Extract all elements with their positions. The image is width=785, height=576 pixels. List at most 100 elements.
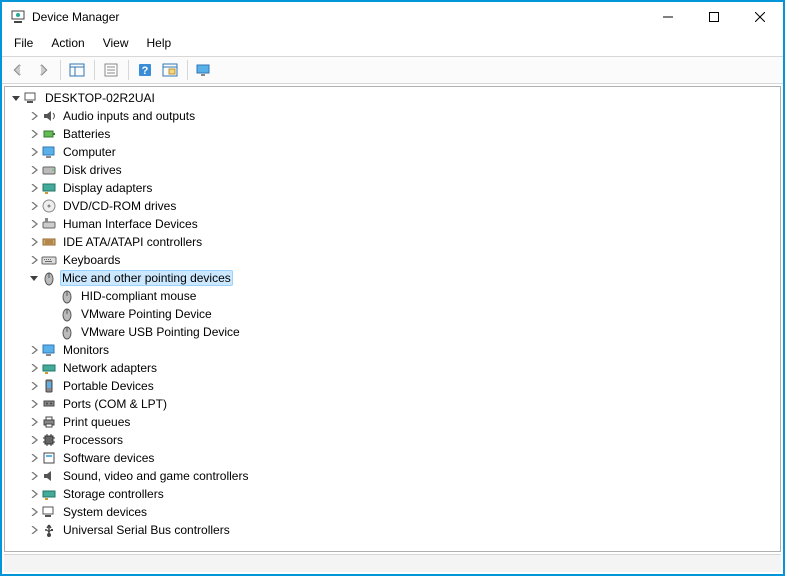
tree-label: Storage controllers — [61, 487, 166, 501]
chevron-right-icon[interactable] — [27, 433, 41, 447]
storage-icon — [41, 486, 57, 502]
tree-label: DVD/CD-ROM drives — [61, 199, 178, 213]
minimize-button[interactable] — [645, 2, 691, 32]
tree-label: Batteries — [61, 127, 112, 141]
toolbar-separator — [128, 60, 129, 80]
tree-category[interactable]: Ports (COM & LPT) — [5, 395, 780, 413]
network-icon — [41, 360, 57, 376]
scan-hardware-button[interactable] — [158, 58, 182, 82]
svg-text:?: ? — [142, 65, 149, 77]
printer-icon — [41, 414, 57, 430]
window-title: Device Manager — [32, 10, 645, 24]
chevron-right-icon[interactable] — [27, 505, 41, 519]
tree-category[interactable]: Monitors — [5, 341, 780, 359]
tree-label: IDE ATA/ATAPI controllers — [61, 235, 204, 249]
chevron-right-icon[interactable] — [27, 217, 41, 231]
chevron-right-icon[interactable] — [27, 109, 41, 123]
chevron-right-icon[interactable] — [27, 397, 41, 411]
chevron-right-icon[interactable] — [27, 487, 41, 501]
tree-label: Print queues — [61, 415, 132, 429]
monitor-button[interactable] — [192, 58, 216, 82]
usb-icon — [41, 522, 57, 538]
tree-label: Processors — [61, 433, 125, 447]
tree-root[interactable]: DESKTOP-02R2UAI — [5, 89, 780, 107]
tree-category[interactable]: Batteries — [5, 125, 780, 143]
titlebar: Device Manager — [2, 2, 783, 32]
forward-button[interactable] — [31, 58, 55, 82]
maximize-button[interactable] — [691, 2, 737, 32]
tree-category[interactable]: System devices — [5, 503, 780, 521]
tree-label: Network adapters — [61, 361, 159, 375]
tree-category[interactable]: Universal Serial Bus controllers — [5, 521, 780, 539]
statusbar — [4, 554, 781, 572]
mouse-icon — [59, 324, 75, 340]
system-icon — [41, 504, 57, 520]
menu-action[interactable]: Action — [43, 34, 92, 52]
tree-category[interactable]: DVD/CD-ROM drives — [5, 197, 780, 215]
mouse-icon — [59, 306, 75, 322]
tree-category[interactable]: Display adapters — [5, 179, 780, 197]
tree-label: Display adapters — [61, 181, 154, 195]
tree-category[interactable]: Computer — [5, 143, 780, 161]
toolbar-separator — [60, 60, 61, 80]
tree-label: Ports (COM & LPT) — [61, 397, 169, 411]
tree-label: Mice and other pointing devices — [60, 270, 233, 286]
chevron-right-icon[interactable] — [27, 127, 41, 141]
help-button[interactable]: ? — [133, 58, 157, 82]
show-hide-tree-button[interactable] — [65, 58, 89, 82]
tree-device[interactable]: VMware USB Pointing Device — [5, 323, 780, 341]
computer-icon — [41, 144, 57, 160]
chevron-right-icon[interactable] — [27, 415, 41, 429]
tree-category[interactable]: Portable Devices — [5, 377, 780, 395]
tree-category[interactable]: Network adapters — [5, 359, 780, 377]
chevron-right-icon[interactable] — [27, 253, 41, 267]
mouse-icon — [41, 270, 57, 286]
tree-label: VMware Pointing Device — [79, 307, 214, 321]
chevron-right-icon[interactable] — [27, 199, 41, 213]
app-icon — [10, 9, 26, 25]
tree-category[interactable]: Audio inputs and outputs — [5, 107, 780, 125]
tree-device[interactable]: HID-compliant mouse — [5, 287, 780, 305]
chevron-right-icon[interactable] — [27, 235, 41, 249]
tree-category[interactable]: Print queues — [5, 413, 780, 431]
chevron-right-icon[interactable] — [27, 361, 41, 375]
menubar: File Action View Help — [2, 32, 783, 56]
menu-view[interactable]: View — [95, 34, 137, 52]
chevron-down-icon[interactable] — [9, 91, 23, 105]
tree-label: Software devices — [61, 451, 156, 465]
tree-category[interactable]: Software devices — [5, 449, 780, 467]
monitor-icon — [41, 342, 57, 358]
menu-help[interactable]: Help — [139, 34, 180, 52]
chevron-right-icon[interactable] — [27, 379, 41, 393]
tree-category[interactable]: Sound, video and game controllers — [5, 467, 780, 485]
chevron-right-icon[interactable] — [27, 451, 41, 465]
ide-icon — [41, 234, 57, 250]
tree-category-mice[interactable]: Mice and other pointing devices — [5, 269, 780, 287]
chevron-right-icon[interactable] — [27, 469, 41, 483]
port-icon — [41, 396, 57, 412]
menu-file[interactable]: File — [6, 34, 41, 52]
tree-category[interactable]: IDE ATA/ATAPI controllers — [5, 233, 780, 251]
properties-button[interactable] — [99, 58, 123, 82]
chevron-right-icon[interactable] — [27, 163, 41, 177]
chevron-down-icon[interactable] — [27, 271, 41, 285]
tree-root-label: DESKTOP-02R2UAI — [43, 91, 157, 105]
tree-category[interactable]: Processors — [5, 431, 780, 449]
toolbar: ? — [2, 56, 783, 84]
tree-category[interactable]: Keyboards — [5, 251, 780, 269]
chevron-right-icon[interactable] — [27, 145, 41, 159]
tree-category[interactable]: Storage controllers — [5, 485, 780, 503]
close-button[interactable] — [737, 2, 783, 32]
tree-category[interactable]: Human Interface Devices — [5, 215, 780, 233]
chevron-right-icon[interactable] — [27, 343, 41, 357]
computer-icon — [23, 90, 39, 106]
tree-device[interactable]: VMware Pointing Device — [5, 305, 780, 323]
tree-label: Audio inputs and outputs — [61, 109, 197, 123]
device-tree[interactable]: DESKTOP-02R2UAI Audio inputs and outputs… — [4, 86, 781, 552]
display-adapter-icon — [41, 180, 57, 196]
back-button[interactable] — [6, 58, 30, 82]
chevron-right-icon[interactable] — [27, 523, 41, 537]
chevron-right-icon[interactable] — [27, 181, 41, 195]
tree-category[interactable]: Disk drives — [5, 161, 780, 179]
disk-icon — [41, 162, 57, 178]
